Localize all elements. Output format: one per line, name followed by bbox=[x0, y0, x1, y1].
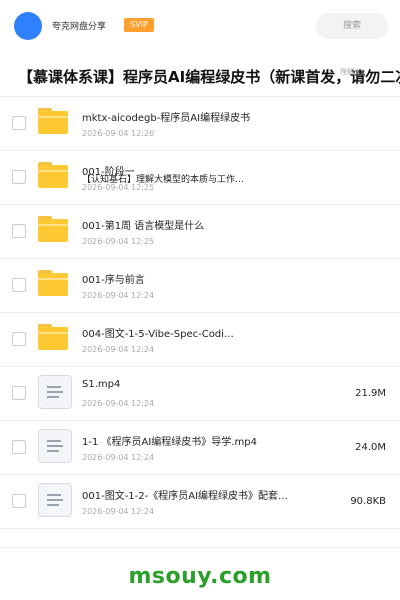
site-watermark: msouy.com bbox=[128, 564, 272, 589]
item-name: 001-序与前言 bbox=[82, 275, 145, 286]
item-size: 90.8KB bbox=[350, 496, 386, 507]
list-item[interactable]: 001-图文-1-2-《程序员AI编程绿皮书》配套… 2026-09-04 12… bbox=[0, 474, 400, 529]
select-checkbox[interactable] bbox=[12, 278, 26, 292]
list-item[interactable]: 001-阶段一 2026-09-04 12:25 【认知基石】理解大模型的本质与… bbox=[0, 150, 400, 205]
file-icon bbox=[38, 375, 72, 409]
list-item[interactable]: 001-第1周 语言模型是什么 2026-09-04 12:25 bbox=[0, 204, 400, 259]
folder-icon bbox=[38, 270, 68, 296]
select-checkbox[interactable] bbox=[12, 440, 26, 454]
item-tooltip-text: 【认知基石】理解大模型的本质与工作… bbox=[82, 175, 245, 185]
select-checkbox[interactable] bbox=[12, 332, 26, 346]
folder-icon bbox=[38, 162, 68, 188]
select-checkbox[interactable] bbox=[12, 116, 26, 130]
item-name: 004-图文-1-5-Vibe-Spec-Codi… bbox=[82, 329, 234, 340]
item-date: 2026-09-04 12:26 bbox=[82, 129, 155, 138]
item-name: mktx-aicodegb-程序员AI编程绿皮书 bbox=[82, 113, 251, 124]
list-item[interactable]: S1.mp4 2026-09-04 12:24 21.9M bbox=[0, 366, 400, 421]
folder-icon bbox=[38, 324, 68, 350]
item-size: 21.9M bbox=[355, 388, 386, 399]
svip-badge: SVIP bbox=[124, 18, 154, 32]
item-name: 001-图文-1-2-《程序员AI编程绿皮书》配套… bbox=[82, 491, 289, 502]
item-name: 1-1 《程序员AI编程绿皮书》导学.mp4 bbox=[82, 437, 257, 448]
item-date: 2026-09-04 12:24 bbox=[82, 453, 155, 462]
title-overlay-text: 理解大 bbox=[340, 68, 361, 76]
item-date: 2026-09-04 12:25 bbox=[82, 237, 155, 246]
folder-icon bbox=[38, 108, 68, 134]
item-date: 2026-09-04 12:24 bbox=[82, 507, 155, 516]
item-name: S1.mp4 bbox=[82, 379, 121, 390]
select-checkbox[interactable] bbox=[12, 386, 26, 400]
select-checkbox[interactable] bbox=[12, 170, 26, 184]
item-date: 2026-09-04 12:24 bbox=[82, 399, 155, 408]
search-button[interactable]: 搜索 bbox=[316, 13, 388, 39]
item-name: 001-第1周 语言模型是什么 bbox=[82, 221, 205, 232]
file-icon bbox=[38, 429, 72, 463]
share-owner-name: 夸克网盘分享 bbox=[52, 22, 107, 32]
file-icon bbox=[38, 483, 72, 517]
share-title-bar: 【慕课体系课】程序员AI编程绿皮书（新课首发，请勿二次 理解大 bbox=[0, 56, 400, 97]
list-item[interactable]: mktx-aicodegb-程序员AI编程绿皮书 2026-09-04 12:2… bbox=[0, 96, 400, 151]
item-size: 24.0M bbox=[355, 442, 386, 453]
top-bar: 夸克网盘分享 SVIP 搜索 bbox=[0, 0, 400, 52]
item-date: 2026-09-04 12:24 bbox=[82, 291, 155, 300]
select-checkbox[interactable] bbox=[12, 224, 26, 238]
list-item[interactable]: 004-图文-1-5-Vibe-Spec-Codi… 2026-09-04 12… bbox=[0, 312, 400, 367]
folder-icon bbox=[38, 216, 68, 242]
list-item[interactable]: 001-序与前言 2026-09-04 12:24 bbox=[0, 258, 400, 313]
footer-divider bbox=[0, 547, 400, 548]
user-avatar[interactable] bbox=[14, 12, 42, 40]
select-checkbox[interactable] bbox=[12, 494, 26, 508]
list-item[interactable]: 1-1 《程序员AI编程绿皮书》导学.mp4 2026-09-04 12:24 … bbox=[0, 420, 400, 475]
item-date: 2026-09-04 12:24 bbox=[82, 345, 155, 354]
